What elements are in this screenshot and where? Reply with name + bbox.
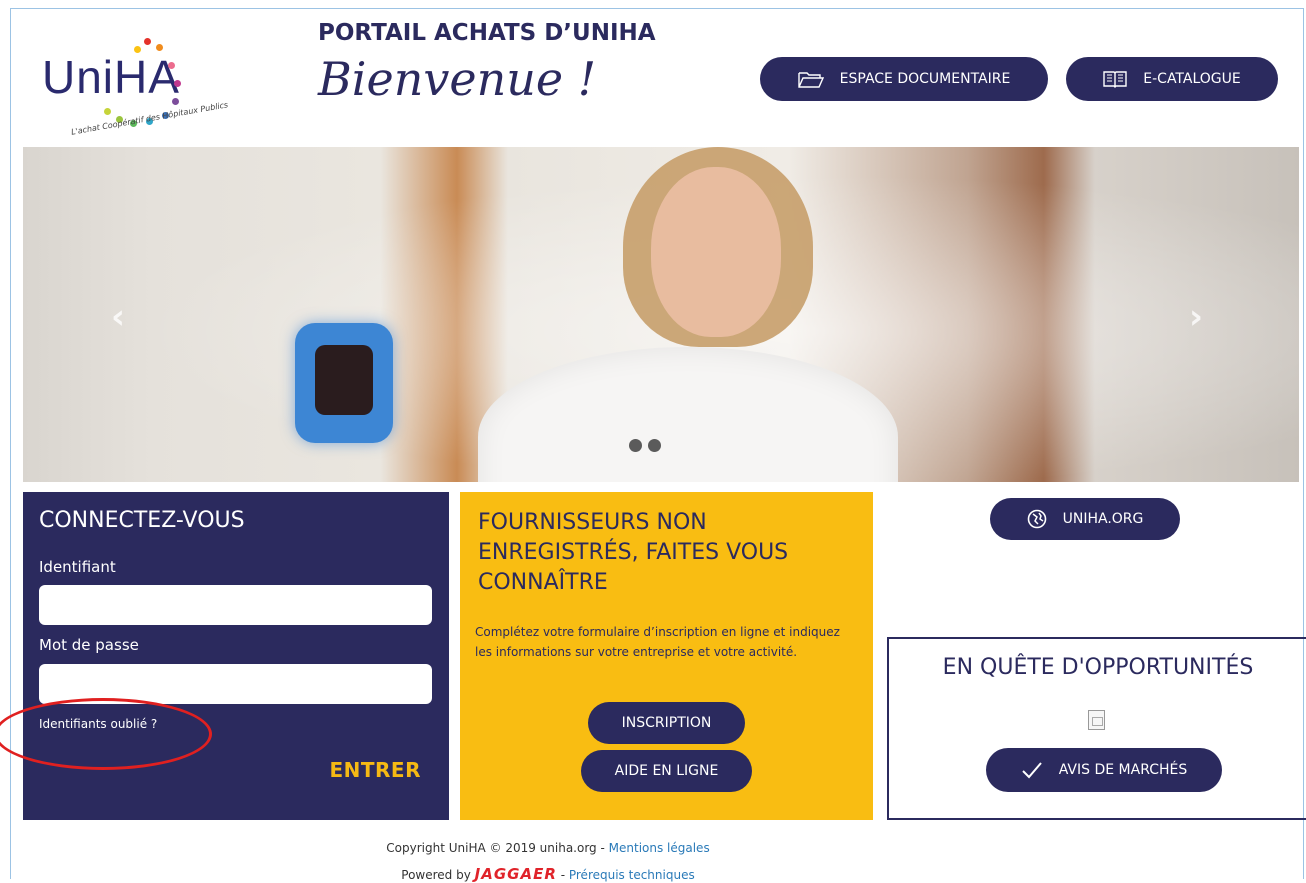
checkmark-icon: [1022, 762, 1042, 779]
inscription-button[interactable]: INSCRIPTION: [588, 702, 745, 744]
prerequis-techniques-link[interactable]: Prérequis techniques: [569, 868, 695, 882]
mentions-legales-link[interactable]: Mentions légales: [609, 841, 710, 855]
folder-icon: [797, 72, 824, 88]
aide-en-ligne-button[interactable]: AIDE EN LIGNE: [581, 750, 752, 792]
espace-documentaire-button[interactable]: ESPACE DOCUMENTAIRE: [760, 57, 1048, 101]
login-panel: CONNECTEZ-VOUS Identifiant Mot de passe …: [23, 492, 449, 820]
logo-text: UniHA: [42, 51, 180, 103]
opportunities-panel: EN QUÊTE D'OPPORTUNITÉS AVIS DE MARCHÉS: [887, 637, 1306, 820]
carousel-dot[interactable]: [648, 439, 661, 452]
carousel-prev-icon[interactable]: ‹: [111, 297, 125, 337]
opportunities-title: EN QUÊTE D'OPPORTUNITÉS: [942, 655, 1254, 680]
login-title: CONNECTEZ-VOUS: [39, 508, 245, 533]
e-catalogue-button[interactable]: E-CATALOGUE: [1066, 57, 1278, 101]
username-input[interactable]: [39, 585, 432, 625]
carousel-image-device: [295, 323, 393, 443]
hero-carousel[interactable]: ‹ ›: [23, 147, 1299, 482]
suppliers-text: Complétez votre formulaire d’inscription…: [475, 625, 840, 659]
book-icon: [1103, 71, 1127, 88]
password-label: Mot de passe: [39, 636, 139, 654]
avis-de-marches-button[interactable]: AVIS DE MARCHÉS: [986, 748, 1222, 792]
carousel-dot[interactable]: [629, 439, 642, 452]
username-label: Identifiant: [39, 558, 116, 576]
uniha-org-label: UNIHA.ORG: [1062, 511, 1144, 527]
portal-title: PORTAIL ACHATS D’UNIHA: [318, 20, 656, 46]
uniha-logo[interactable]: UniHA L'achat Coopératif des Hôpitaux Pu…: [42, 36, 242, 146]
uniha-org-button[interactable]: UNIHA.ORG: [990, 498, 1180, 540]
carousel-image-face: [651, 167, 781, 337]
footer-copyright: Copyright UniHA © 2019 uniha.org - Menti…: [138, 841, 958, 855]
jaggaer-logo[interactable]: JAGGAER: [475, 865, 557, 883]
suppliers-panel: FOURNISSEURS NON ENREGISTRÉS, FAITES VOU…: [460, 492, 873, 820]
footer-powered: Powered by JAGGAER - Prérequis technique…: [138, 865, 958, 883]
suppliers-title: FOURNISSEURS NON ENREGISTRÉS, FAITES VOU…: [478, 510, 789, 595]
document-icon: [1088, 710, 1105, 730]
copyright-text: Copyright UniHA © 2019 uniha.org -: [386, 841, 609, 855]
globe-icon: [1027, 509, 1046, 529]
avis-de-marches-label: AVIS DE MARCHÉS: [1058, 762, 1188, 778]
enter-button[interactable]: ENTRER: [329, 758, 421, 782]
e-catalogue-label: E-CATALOGUE: [1143, 71, 1241, 87]
annotation-oval: [0, 698, 212, 770]
powered-by-text: Powered by: [401, 868, 475, 882]
carousel-next-icon[interactable]: ›: [1189, 297, 1203, 337]
welcome-heading: Bienvenue !: [318, 52, 597, 106]
carousel-indicators: [629, 439, 661, 452]
footer-separator: -: [556, 868, 569, 882]
espace-documentaire-label: ESPACE DOCUMENTAIRE: [839, 71, 1011, 87]
logo-subtitle: L'achat Coopératif des Hôpitaux Publics: [70, 100, 229, 137]
